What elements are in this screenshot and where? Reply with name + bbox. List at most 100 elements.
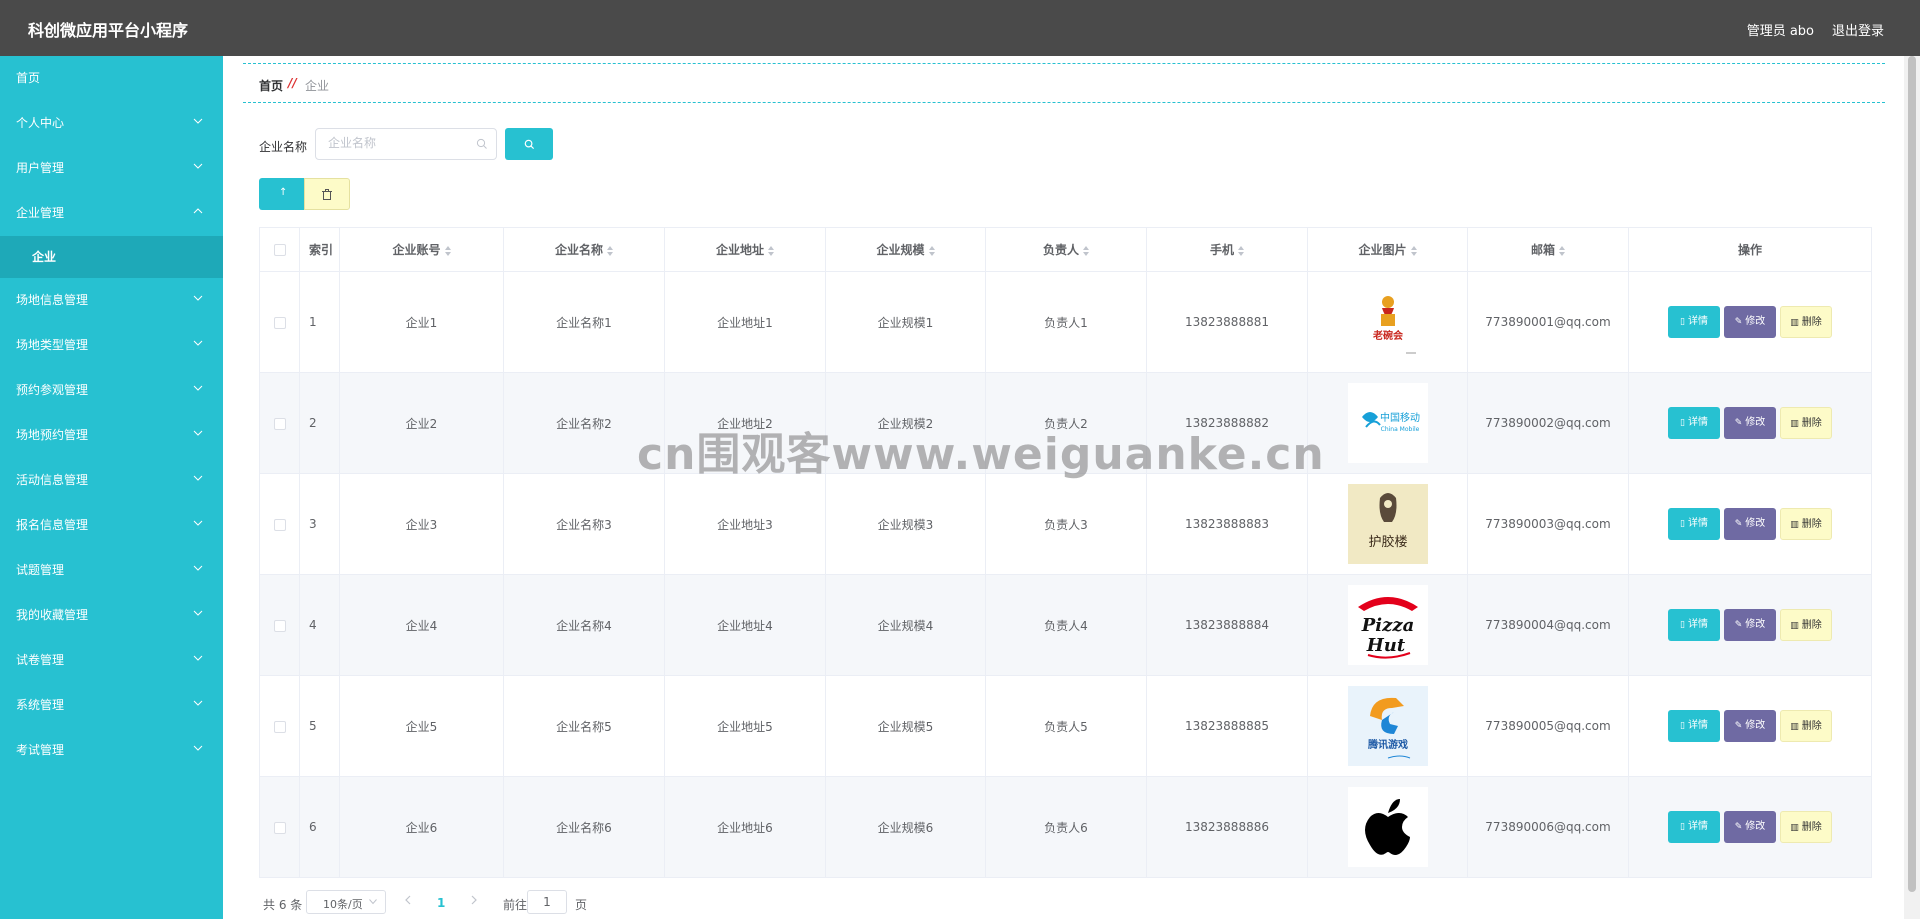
edit-button[interactable]: ✎ 修改 [1724, 609, 1776, 641]
delete-button[interactable]: ▥ 删除 [1780, 811, 1832, 843]
tencent-games-logo[interactable]: 腾讯游戏 [1347, 686, 1428, 766]
row-checkbox[interactable] [273, 518, 286, 531]
sidebar-item-label: 场地信息管理 [16, 293, 89, 307]
sort-icon[interactable] [928, 245, 935, 256]
page-size-select[interactable]: 10条/页 [306, 890, 386, 914]
sort-icon[interactable] [1410, 245, 1417, 256]
col-account[interactable]: 企业账号 [339, 227, 504, 272]
sort-icon[interactable] [1559, 245, 1565, 256]
col-phone[interactable]: 手机 [1146, 227, 1308, 272]
edit-button[interactable]: ✎ 修改 [1724, 407, 1776, 439]
col-email[interactable]: 邮箱 [1467, 227, 1629, 272]
logo-text: 腾讯游戏 [1367, 738, 1408, 751]
trash-icon: ▥ [1790, 722, 1799, 732]
col-address[interactable]: 企业地址 [664, 227, 826, 272]
detail-button[interactable]: ▯ 详情 [1668, 609, 1720, 641]
chevron-down-icon [193, 548, 205, 593]
breadcrumb-home[interactable]: 首页 [259, 77, 283, 94]
detail-button[interactable]: ▯ 详情 [1668, 508, 1720, 540]
row-checkbox[interactable] [273, 619, 286, 632]
sort-icon[interactable] [607, 245, 613, 256]
sidebar-item[interactable]: 首页 [0, 56, 223, 101]
prev-page-button[interactable] [405, 894, 411, 908]
batch-delete-button[interactable] [304, 178, 350, 210]
chevron-down-icon [193, 278, 205, 323]
detail-button[interactable]: ▯ 详情 [1668, 811, 1720, 843]
search-field[interactable] [315, 128, 497, 160]
sort-icon[interactable] [1238, 245, 1244, 256]
sidebar-item[interactable]: 试卷管理 [0, 638, 223, 683]
search-input[interactable] [328, 136, 468, 150]
upload-icon: ↑ [279, 187, 288, 198]
table-row[interactable]: 4 企业4 企业名称4 企业地址4 企业规模4 负责人4 13823888884 Pizza H… [259, 574, 1872, 676]
col-name[interactable]: 企业名称 [503, 227, 665, 272]
sidebar-item[interactable]: 我的收藏管理 [0, 593, 223, 638]
detail-button[interactable]: ▯ 详情 [1668, 710, 1720, 742]
calligraphy-logo[interactable]: 护胶楼 [1347, 484, 1428, 564]
sidebar-item[interactable]: 预约参观管理 [0, 368, 223, 413]
cell-contact: 负责人3 [985, 473, 1147, 575]
delete-button-label: 删除 [1801, 418, 1822, 429]
sidebar-item[interactable]: 活动信息管理 [0, 458, 223, 503]
scrollbar-thumb[interactable] [1908, 56, 1916, 892]
vertical-scrollbar[interactable] [1904, 56, 1920, 919]
detail-button[interactable]: ▯ 详情 [1668, 306, 1720, 338]
col-scale[interactable]: 企业规模 [825, 227, 986, 272]
detail-button[interactable]: ▯ 详情 [1668, 407, 1720, 439]
logout-button[interactable]: 退出登录 [1832, 20, 1884, 39]
cell-name: 企业名称4 [503, 574, 665, 676]
sidebar-item[interactable]: 场地信息管理 [0, 278, 223, 323]
sidebar-item[interactable]: 试题管理 [0, 548, 223, 593]
select-all-checkbox[interactable] [273, 244, 286, 256]
table-row[interactable]: 1 企业1 企业名称1 企业地址1 企业规模1 负责人1 13823888881 老碗会 773… [259, 271, 1872, 373]
edit-button[interactable]: ✎ 修改 [1724, 508, 1776, 540]
delete-button[interactable]: ▥ 删除 [1780, 508, 1832, 540]
delete-button[interactable]: ▥ 删除 [1780, 407, 1832, 439]
china-mobile-logo[interactable]: 中国移动 China Mobile [1347, 383, 1428, 463]
cell-index: 6 [299, 776, 340, 878]
table-row[interactable]: 2 企业2 企业名称2 企业地址2 企业规模2 负责人2 13823888882 中国移动 Ch… [259, 372, 1872, 474]
row-checkbox[interactable] [273, 417, 286, 430]
sidebar-item[interactable]: 系统管理 [0, 683, 223, 728]
sidebar-item[interactable]: 企业管理 [0, 191, 223, 236]
col-image[interactable]: 企业图片 [1307, 227, 1468, 272]
table-row[interactable]: 6 企业6 企业名称6 企业地址6 企业规模6 负责人6 13823888886 773890… [259, 776, 1872, 878]
edit-button[interactable]: ✎ 修改 [1724, 710, 1776, 742]
edit-button[interactable]: ✎ 修改 [1724, 811, 1776, 843]
sidebar-item-label: 场地预约管理 [16, 428, 89, 442]
sidebar-item[interactable]: 个人中心 [0, 101, 223, 146]
add-button[interactable]: ↑ [259, 178, 304, 210]
sort-icon[interactable] [768, 245, 774, 256]
delete-button[interactable]: ▥ 删除 [1780, 609, 1832, 641]
detail-button-label: 详情 [1687, 720, 1708, 731]
next-page-button[interactable] [471, 894, 477, 908]
sort-icon[interactable] [1083, 245, 1089, 256]
delete-button[interactable]: ▥ 删除 [1780, 306, 1832, 338]
sidebar-item[interactable]: 场地预约管理 [0, 413, 223, 458]
pizza-hut-logo[interactable]: Pizza Hut [1347, 585, 1428, 665]
sidebar-subitem[interactable]: 企业 [0, 236, 223, 278]
edit-button[interactable]: ✎ 修改 [1724, 306, 1776, 338]
table-row[interactable]: 3 企业3 企业名称3 企业地址3 企业规模3 负责人3 13823888883 护胶楼 773… [259, 473, 1872, 575]
table-row[interactable]: 5 企业5 企业名称5 企业地址5 企业规模5 负责人5 13823888885 腾讯游戏 77… [259, 675, 1872, 777]
sort-icon[interactable] [444, 245, 451, 256]
row-checkbox[interactable] [273, 821, 286, 834]
cell-account: 企业5 [339, 675, 504, 777]
col-contact[interactable]: 负责人 [985, 227, 1147, 272]
cell-scale: 企业规模4 [825, 574, 986, 676]
row-checkbox[interactable] [273, 720, 286, 733]
goto-page-input[interactable]: 1 [527, 890, 567, 914]
sidebar-item[interactable]: 场地类型管理 [0, 323, 223, 368]
row-checkbox[interactable] [273, 316, 286, 329]
cell-scale: 企业规模2 [825, 372, 986, 474]
cell-name: 企业名称2 [503, 372, 665, 474]
sidebar-item[interactable]: 考试管理 [0, 728, 223, 773]
search-button[interactable] [505, 128, 553, 160]
sidebar-item[interactable]: 报名信息管理 [0, 503, 223, 548]
apple-logo[interactable] [1347, 787, 1428, 867]
sidebar-item[interactable]: 用户管理 [0, 146, 223, 191]
page-number[interactable]: 1 [437, 896, 445, 910]
cell-email: 773890004@qq.com [1467, 574, 1629, 676]
shaanxi-restaurant-logo[interactable]: 老碗会 [1347, 282, 1428, 362]
delete-button[interactable]: ▥ 删除 [1780, 710, 1832, 742]
